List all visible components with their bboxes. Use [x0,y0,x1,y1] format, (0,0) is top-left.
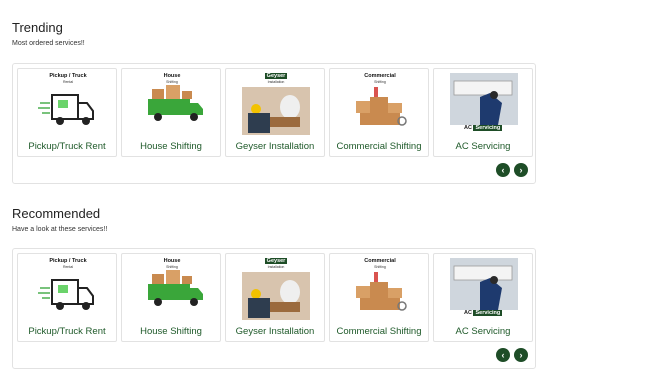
prev-arrow-button[interactable]: ‹ [496,163,510,177]
section-title: Recommended [12,206,101,221]
next-arrow-button[interactable]: › [514,163,528,177]
trending-carousel: Pickup / Truck Rental Pickup/Truck Rent H… [12,63,536,184]
boxes-icon: Commercial Shifting [346,73,414,135]
service-card-house-shifting[interactable]: House Shifting House Shifting [121,253,221,342]
service-card-ac-servicing[interactable]: AC Servicing AC Servicing [433,253,533,342]
card-label: Geyser Installation [235,141,315,152]
next-arrow-button[interactable]: › [514,348,528,362]
pickup-truck-icon: Pickup / Truck Rental [34,258,102,320]
boxes-icon: Commercial Shifting [346,258,414,320]
service-card-geyser[interactable]: Geyser Installation Geyser Installation [225,253,325,342]
card-label: AC Servicing [455,141,511,152]
geyser-technician-icon: Geyser Installation [242,258,310,320]
moving-truck-icon: House Shifting [138,73,206,135]
geyser-technician-icon: Geyser Installation [242,73,310,135]
section-title: Trending [12,20,63,35]
moving-truck-icon: House Shifting [138,258,206,320]
service-card-pickup-truck[interactable]: Pickup / Truck Rental Pickup/Truck Rent [17,68,117,157]
service-card-geyser[interactable]: Geyser Installation Geyser Installation [225,68,325,157]
carousel-nav: ‹ › [496,163,528,177]
service-card-house-shifting[interactable]: House Shifting House Shifting [121,68,221,157]
card-label: Pickup/Truck Rent [28,326,106,337]
service-card-commercial-shifting[interactable]: Commercial Shifting Commercial Shifting [329,68,429,157]
card-label: Commercial Shifting [336,141,422,152]
ac-technician-icon: AC Servicing [450,258,518,320]
card-row: Pickup / Truck Rental Pickup/Truck Rent H… [17,68,533,157]
card-row: Pickup / Truck Rental Pickup/Truck Rent H… [17,253,533,342]
recommended-section: Recommended Have a look at these service… [12,206,536,234]
ac-technician-icon: AC Servicing [450,73,518,135]
service-card-ac-servicing[interactable]: AC Servicing AC Servicing [433,68,533,157]
card-label: Commercial Shifting [336,326,422,337]
prev-arrow-button[interactable]: ‹ [496,348,510,362]
service-card-commercial-shifting[interactable]: Commercial Shifting Commercial Shifting [329,253,429,342]
trending-section: Trending Most ordered services!! [12,20,536,48]
card-label: Geyser Installation [235,326,315,337]
carousel-nav: ‹ › [496,348,528,362]
card-label: AC Servicing [455,326,511,337]
section-subtitle: Have a look at these services!! [12,226,108,233]
service-card-pickup-truck[interactable]: Pickup / Truck Rental Pickup/Truck Rent [17,253,117,342]
pickup-truck-icon: Pickup / Truck Rental [34,73,102,135]
section-subtitle: Most ordered services!! [12,40,85,47]
recommended-carousel: Pickup / Truck Rental Pickup/Truck Rent H… [12,248,536,369]
card-label: House Shifting [140,141,202,152]
card-label: House Shifting [140,326,202,337]
card-label: Pickup/Truck Rent [28,141,106,152]
